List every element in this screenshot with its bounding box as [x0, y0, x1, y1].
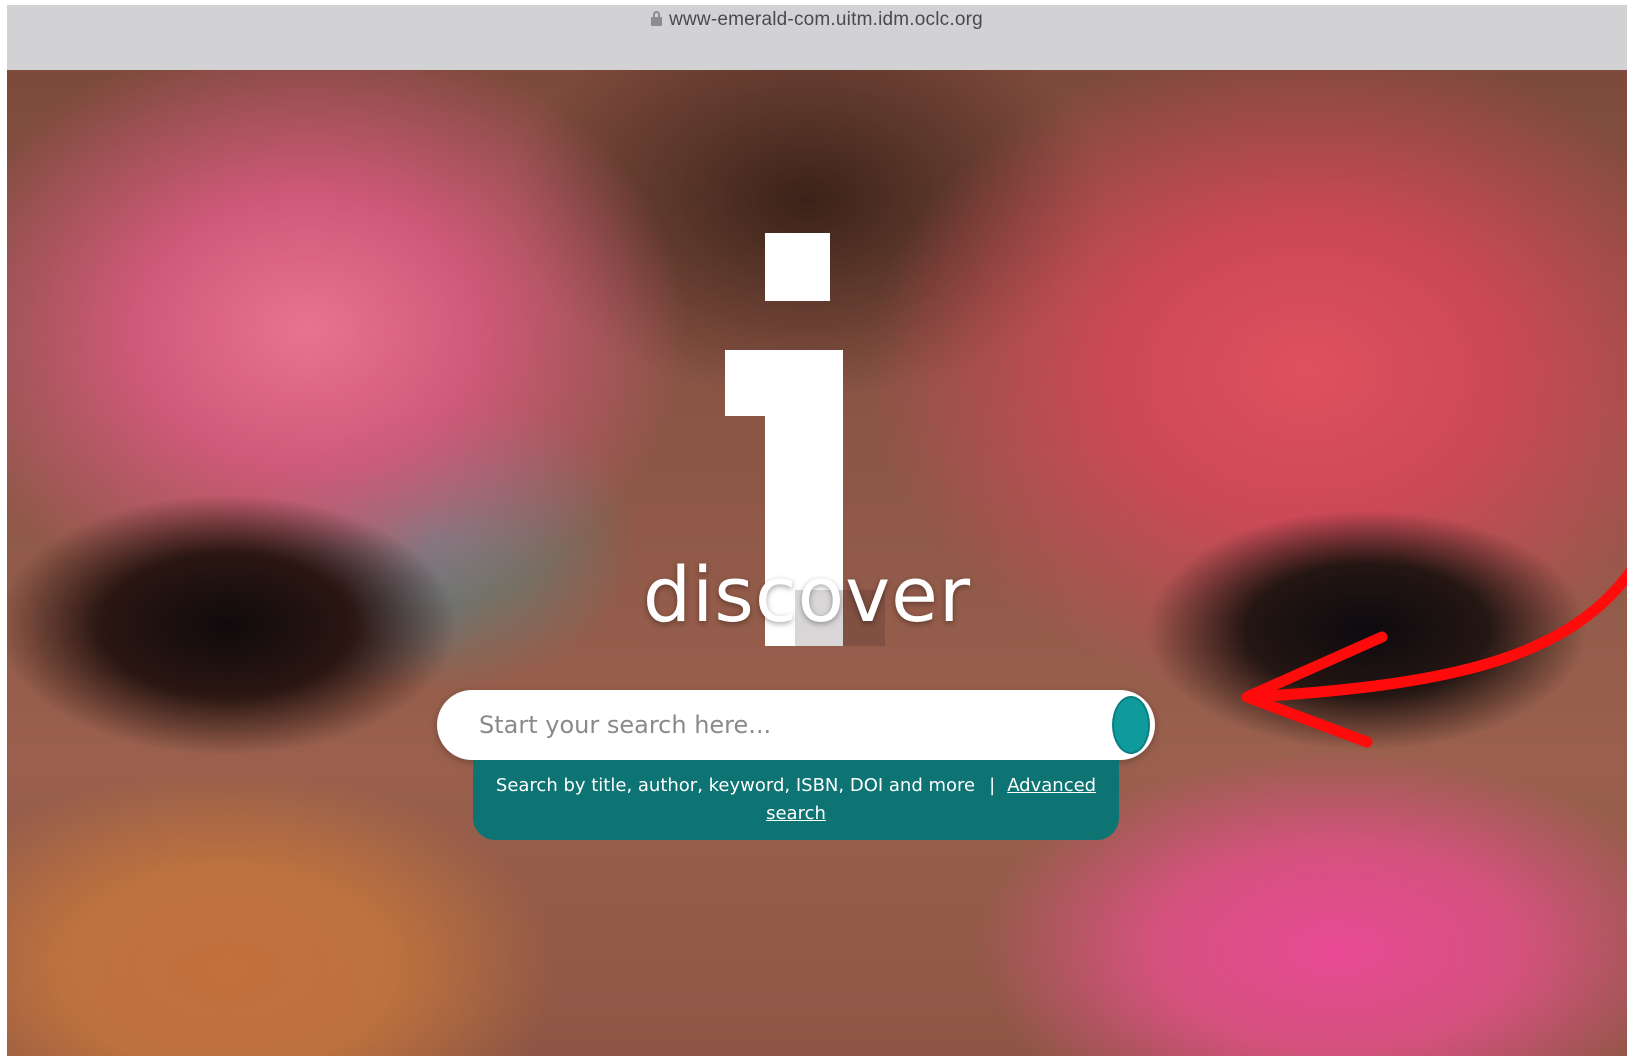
- search-bar: [437, 690, 1155, 760]
- search-help-text: Search by title, author, keyword, ISBN, …: [495, 775, 976, 796]
- logo-wordmark: discover: [642, 550, 972, 639]
- logo-i-dot: [765, 233, 830, 301]
- logo-i-serif: [725, 350, 785, 416]
- url-display[interactable]: www-emerald-com.uitm.idm.oclc.org: [7, 9, 1627, 31]
- search-help-panel: Search by title, author, keyword, ISBN, …: [473, 760, 1119, 840]
- lock-icon: [651, 11, 663, 26]
- idiscover-logo: [7, 70, 1627, 770]
- arrow-head: [1241, 631, 1388, 748]
- help-separator: |: [989, 775, 996, 796]
- browser-address-bar: www-emerald-com.uitm.idm.oclc.org: [7, 5, 1627, 70]
- url-text: www-emerald-com.uitm.idm.oclc.org: [669, 9, 983, 30]
- search-button[interactable]: [1112, 696, 1150, 754]
- browser-window: www-emerald-com.uitm.idm.oclc.org discov…: [7, 5, 1627, 1056]
- search-input[interactable]: [479, 702, 1089, 748]
- hero-background: discover Search by title, author, keywor…: [7, 70, 1627, 1056]
